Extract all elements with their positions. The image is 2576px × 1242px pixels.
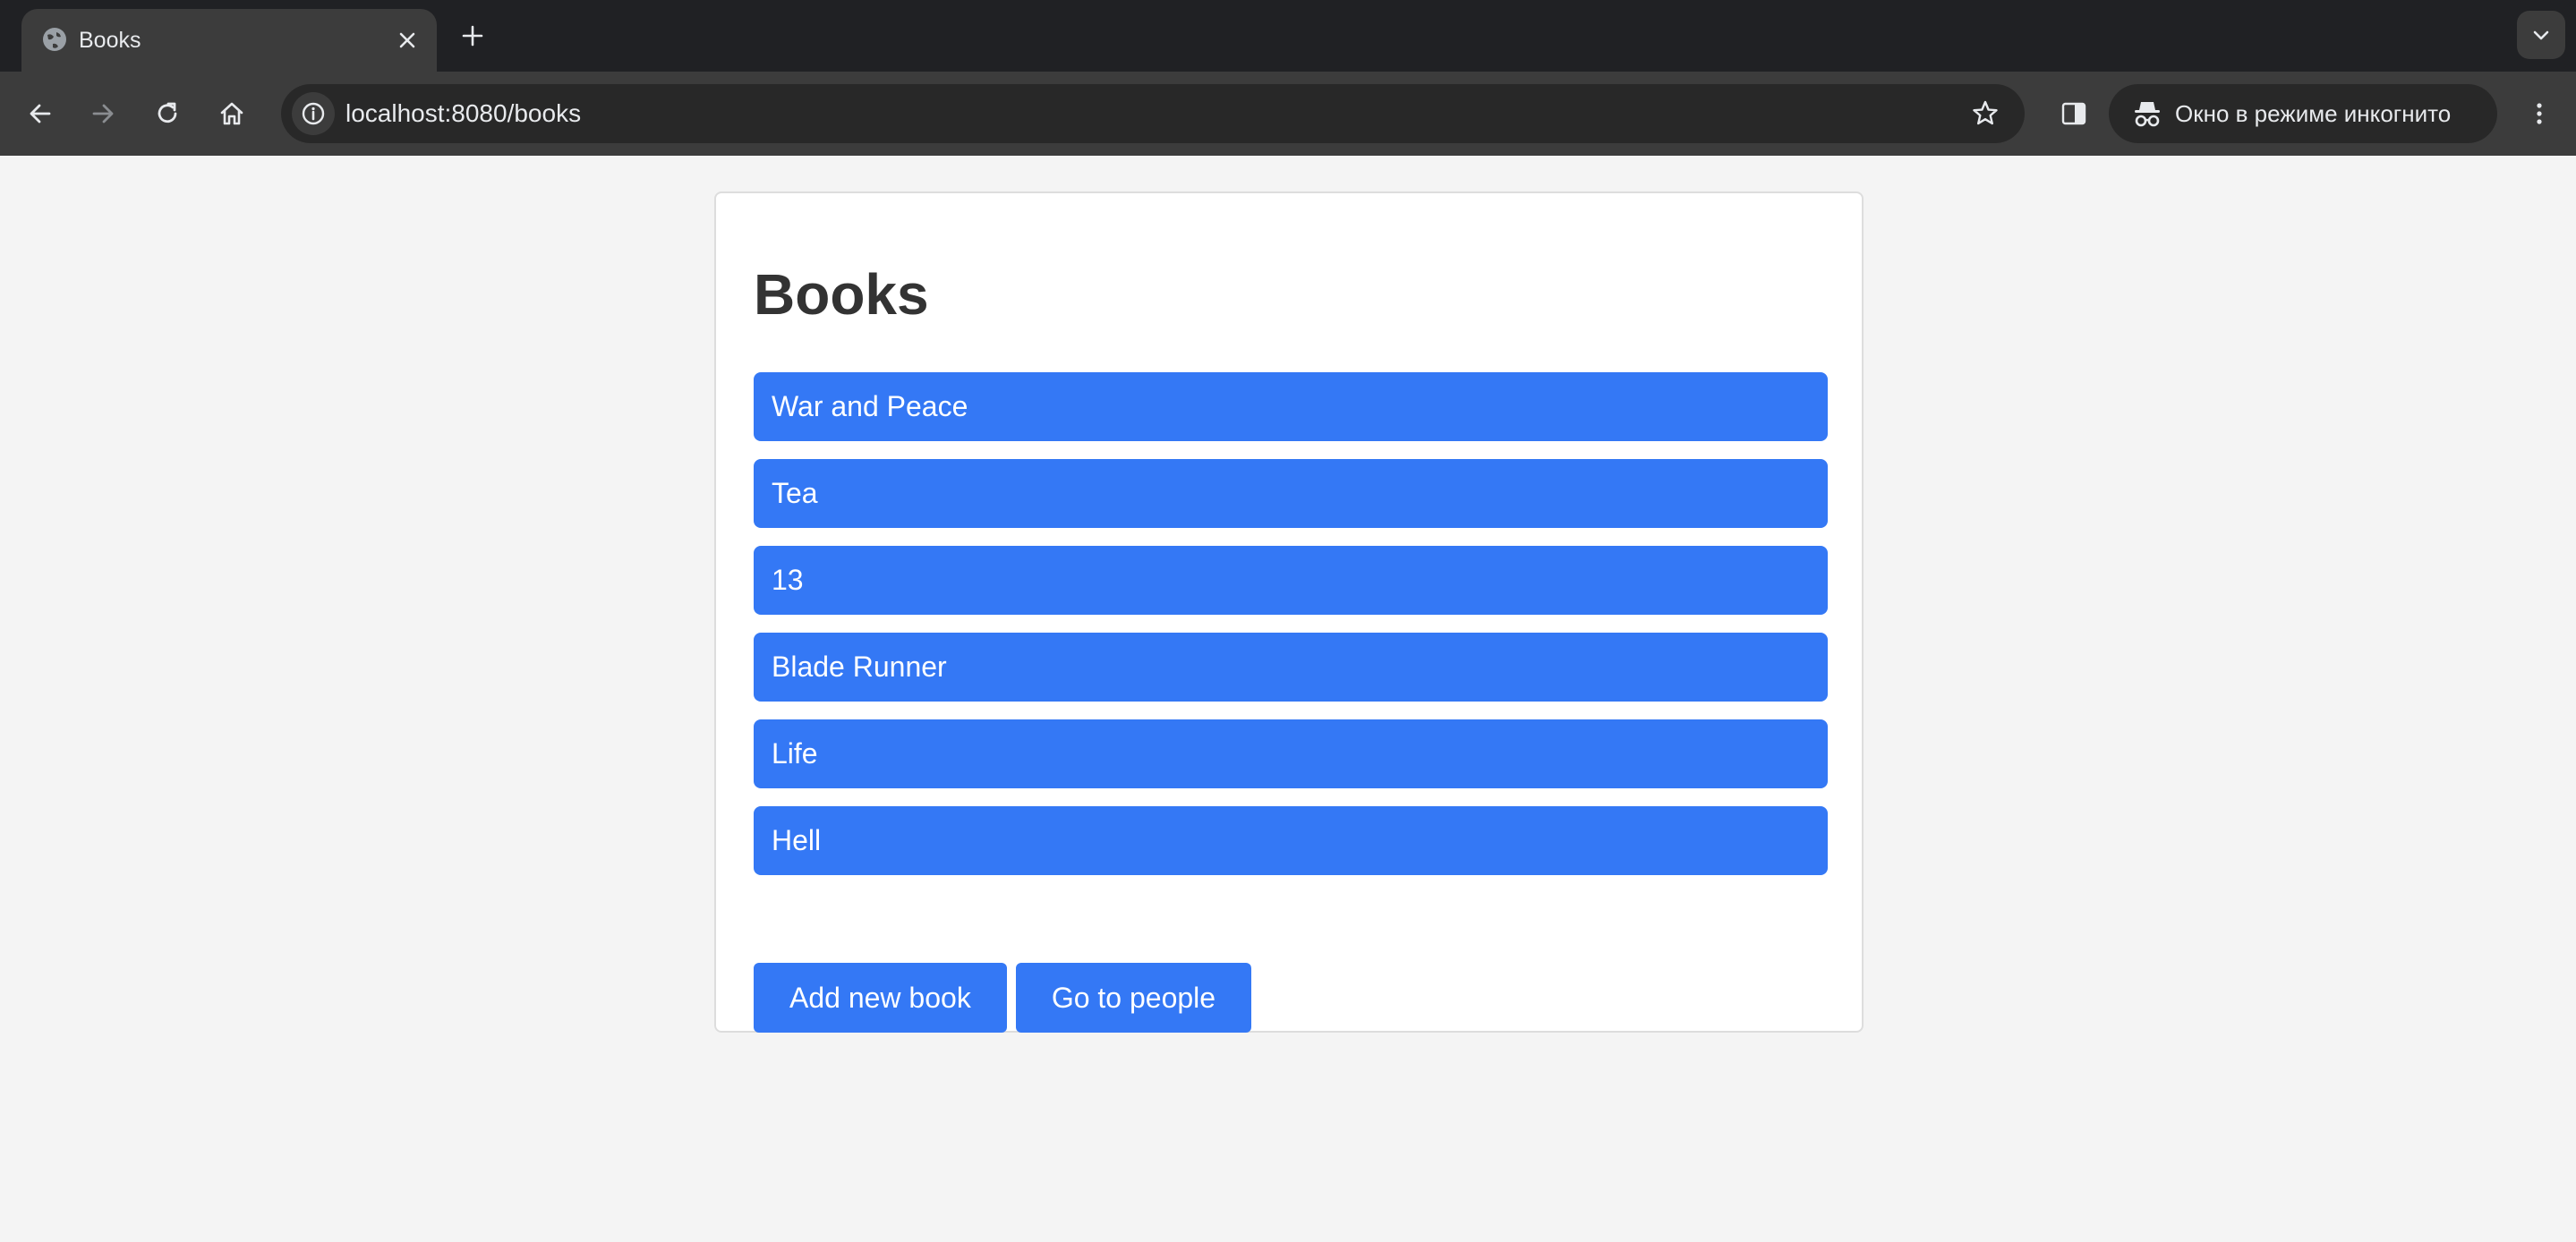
site-info-button[interactable] (292, 92, 335, 135)
tab-search-button[interactable] (2517, 11, 2565, 59)
page-viewport: Books War and Peace Tea 13 Blade Runner … (0, 156, 2576, 1242)
book-item-war-and-peace[interactable]: War and Peace (754, 372, 1828, 441)
info-icon (302, 102, 325, 125)
book-item-hell[interactable]: Hell (754, 806, 1828, 875)
tab-strip: Books (0, 0, 2576, 72)
incognito-icon (2130, 97, 2164, 131)
reload-button[interactable] (145, 91, 190, 136)
browser-toolbar: localhost:8080/books Окно в режиме инког… (0, 72, 2576, 156)
home-button[interactable] (209, 91, 254, 136)
incognito-indicator[interactable]: Окно в режиме инкогнито (2109, 84, 2497, 143)
arrow-right-icon (92, 104, 114, 123)
reload-icon (158, 102, 177, 123)
close-icon[interactable] (392, 25, 422, 55)
plus-icon (462, 25, 483, 47)
books-card: Books War and Peace Tea 13 Blade Runner … (714, 191, 1864, 1033)
tab-title: Books (79, 28, 141, 53)
forward-button[interactable] (81, 91, 125, 136)
book-item-blade-runner[interactable]: Blade Runner (754, 633, 1828, 702)
url-text[interactable]: localhost:8080/books (345, 84, 581, 143)
page-title: Books (754, 262, 929, 327)
star-icon (1973, 100, 1998, 125)
book-item-life[interactable]: Life (754, 719, 1828, 788)
book-item-tea[interactable]: Tea (754, 459, 1828, 528)
book-list: War and Peace Tea 13 Blade Runner Life H… (754, 372, 1828, 893)
bookmark-button[interactable] (1969, 98, 2001, 130)
add-new-book-button[interactable]: Add new book (754, 963, 1007, 1033)
chevron-down-icon (2533, 30, 2549, 40)
globe-icon (39, 24, 70, 55)
go-to-people-button[interactable]: Go to people (1015, 963, 1252, 1033)
browser-menu-button[interactable] (2517, 91, 2562, 136)
action-buttons: Add new book Go to people (754, 963, 1252, 1033)
kebab-menu-icon (2537, 103, 2542, 124)
side-panel-icon (2061, 102, 2086, 125)
back-button[interactable] (18, 91, 63, 136)
incognito-label: Окно в режиме инкогнито (2175, 100, 2452, 127)
home-icon (220, 102, 243, 125)
address-bar[interactable]: localhost:8080/books (281, 84, 2025, 143)
new-tab-button[interactable] (456, 20, 489, 52)
side-panel-button[interactable] (2051, 91, 2096, 136)
browser-tab[interactable]: Books (21, 9, 437, 72)
arrow-left-icon (30, 104, 51, 123)
book-item-13[interactable]: 13 (754, 546, 1828, 615)
